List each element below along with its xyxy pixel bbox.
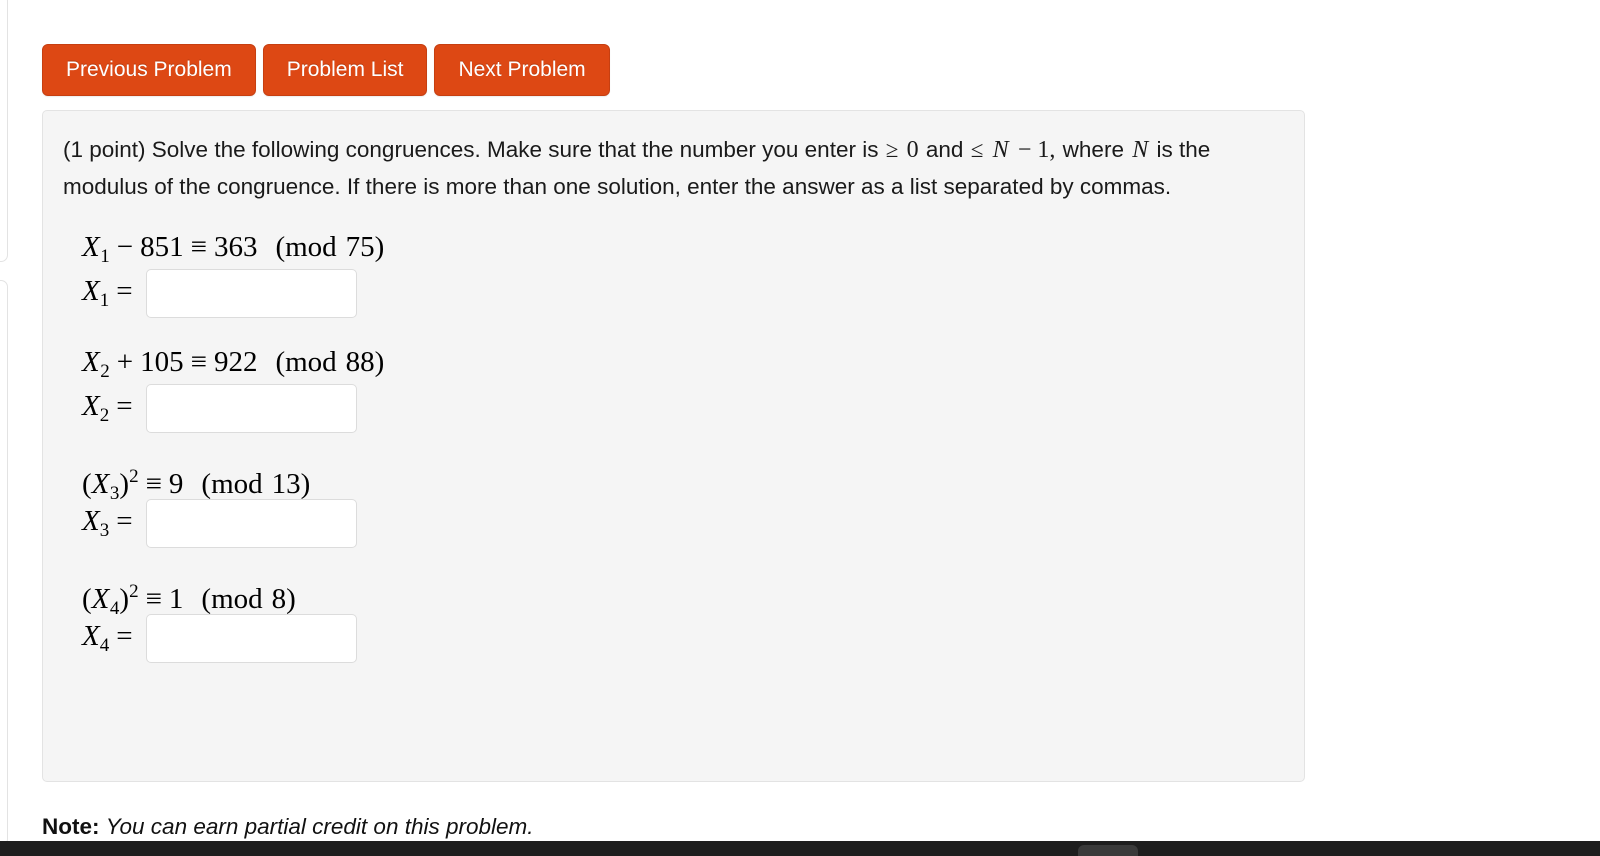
equation-exponent: 2 (129, 581, 139, 602)
note-prefix: Note: (42, 814, 100, 839)
answer-input-x1[interactable] (145, 268, 357, 318)
congruence-block-x4: (X4)2 ≡ 1 (mod 8) X4 = (63, 572, 1282, 664)
page-root: Previous Problem Problem List Next Probl… (0, 0, 1600, 856)
less-equal-symbol: ≤ (970, 137, 984, 162)
equation-operator: − (116, 231, 134, 263)
equation-variable: X (82, 231, 101, 263)
answer-label-x4: X4 = (82, 620, 146, 657)
equation-variable-subscript: 3 (109, 483, 120, 504)
problem-list-button[interactable]: Problem List (262, 44, 428, 96)
modulus-symbol: N (992, 137, 1009, 163)
mod-keyword: (mod (201, 583, 263, 615)
answer-input-x4[interactable] (145, 613, 357, 663)
equation-operator: + (116, 346, 134, 378)
congruence-block-x2: X2 +105 ≡ 922 (mod 88) X2 = (63, 342, 1282, 434)
answer-label-variable: X (82, 274, 100, 307)
mod-keyword: (mod (275, 346, 337, 378)
equation-right-side: 1 (168, 583, 184, 615)
partial-credit-note: Note: You can earn partial credit on thi… (42, 812, 534, 842)
equation-operand: 851 (140, 231, 184, 263)
congruence-relation: ≡ (190, 231, 207, 263)
note-text: You can earn partial credit on this prob… (105, 814, 534, 839)
modulus-value: 13) (271, 468, 311, 500)
answer-input-x2[interactable] (145, 383, 357, 433)
offscreen-panel-top (0, 0, 8, 262)
answer-line-x2: X2 = (63, 382, 1282, 434)
taskbar-window-pill[interactable] (1078, 845, 1138, 856)
statement-part-2: where (1062, 137, 1124, 162)
answer-label-equals: = (116, 619, 133, 652)
next-problem-button[interactable]: Next Problem (434, 44, 610, 96)
equation-variable: X (91, 583, 110, 615)
answer-label-x1: X1 = (82, 275, 146, 312)
modulus-value: 8) (271, 583, 296, 615)
answer-label-equals: = (116, 389, 133, 422)
problem-navigation-bar: Previous Problem Problem List Next Probl… (42, 44, 610, 96)
modulus-value: 88) (345, 346, 385, 378)
equation-variable-subscript: 4 (109, 598, 120, 619)
previous-problem-button[interactable]: Previous Problem (42, 44, 256, 96)
congruence-block-x3: (X3)2 ≡ 9 (mod 13) X3 = (63, 457, 1282, 549)
greater-equal-symbol: ≥ (885, 137, 899, 162)
equation-variable: X (82, 346, 101, 378)
answer-label-equals: = (116, 504, 133, 537)
offscreen-panel-bottom (0, 280, 8, 846)
problem-panel: (1 point) Solve the following congruence… (42, 110, 1305, 782)
lower-bound-value: 0 (906, 137, 919, 163)
equation-exponent: 2 (129, 466, 139, 487)
equation-right-side: 363 (213, 231, 258, 263)
equation-variable-subscript: 1 (100, 246, 110, 267)
statement-part-1: (1 point) Solve the following congruence… (63, 137, 879, 162)
answer-line-x3: X3 = (63, 497, 1282, 549)
equation-right-side: 9 (168, 468, 184, 500)
answer-label-subscript: 3 (99, 519, 110, 541)
congruence-relation: ≡ (145, 468, 162, 500)
mod-keyword: (mod (201, 468, 263, 500)
answer-label-variable: X (82, 504, 100, 537)
congruence-relation: ≡ (145, 583, 162, 615)
equation-operand: 105 (140, 346, 184, 378)
congruence-relation: ≡ (190, 346, 207, 378)
answer-label-subscript: 4 (99, 634, 110, 656)
answer-label-subscript: 2 (99, 404, 110, 426)
congruence-block-x1: X1−851 ≡ 363 (mod 75) X1 = (63, 227, 1282, 319)
congruence-equation-x4: (X4)2 ≡ 1 (mod 8) (82, 581, 296, 619)
congruence-equation-x2: X2 +105 ≡ 922 (mod 88) (63, 342, 1282, 382)
equation-variable-subscript: 2 (100, 361, 110, 382)
equation-variable: X (91, 468, 110, 500)
mod-keyword: (mod (275, 231, 337, 263)
modulus-value: 75) (345, 231, 385, 263)
problem-statement: (1 point) Solve the following congruence… (63, 132, 1253, 205)
answer-label-equals: = (116, 274, 133, 307)
modulus-symbol-2: N (1132, 137, 1149, 163)
equation-right-side: 922 (213, 346, 258, 378)
congruence-equation-x3: (X3)2 ≡ 9 (mod 13) (82, 466, 311, 504)
statement-conjunction: and (925, 137, 964, 162)
congruence-list: X1−851 ≡ 363 (mod 75) X1 = X2 +105 ≡ 922 (mod 88) … (63, 227, 1282, 664)
answer-input-x3[interactable] (145, 498, 357, 548)
answer-line-x4: X4 = (63, 612, 1282, 664)
answer-label-x3: X3 = (82, 505, 146, 542)
answer-line-x1: X1 = (63, 267, 1282, 319)
os-taskbar (0, 841, 1600, 856)
statement-part-4: separated by commas. (943, 173, 1172, 199)
answer-label-x2: X2 = (82, 390, 146, 427)
upper-bound-value: − 1, (1017, 137, 1056, 163)
answer-label-variable: X (82, 389, 100, 422)
answer-label-variable: X (82, 619, 100, 652)
answer-label-subscript: 1 (99, 289, 110, 311)
congruence-equation-x1: X1−851 ≡ 363 (mod 75) (63, 227, 1282, 267)
